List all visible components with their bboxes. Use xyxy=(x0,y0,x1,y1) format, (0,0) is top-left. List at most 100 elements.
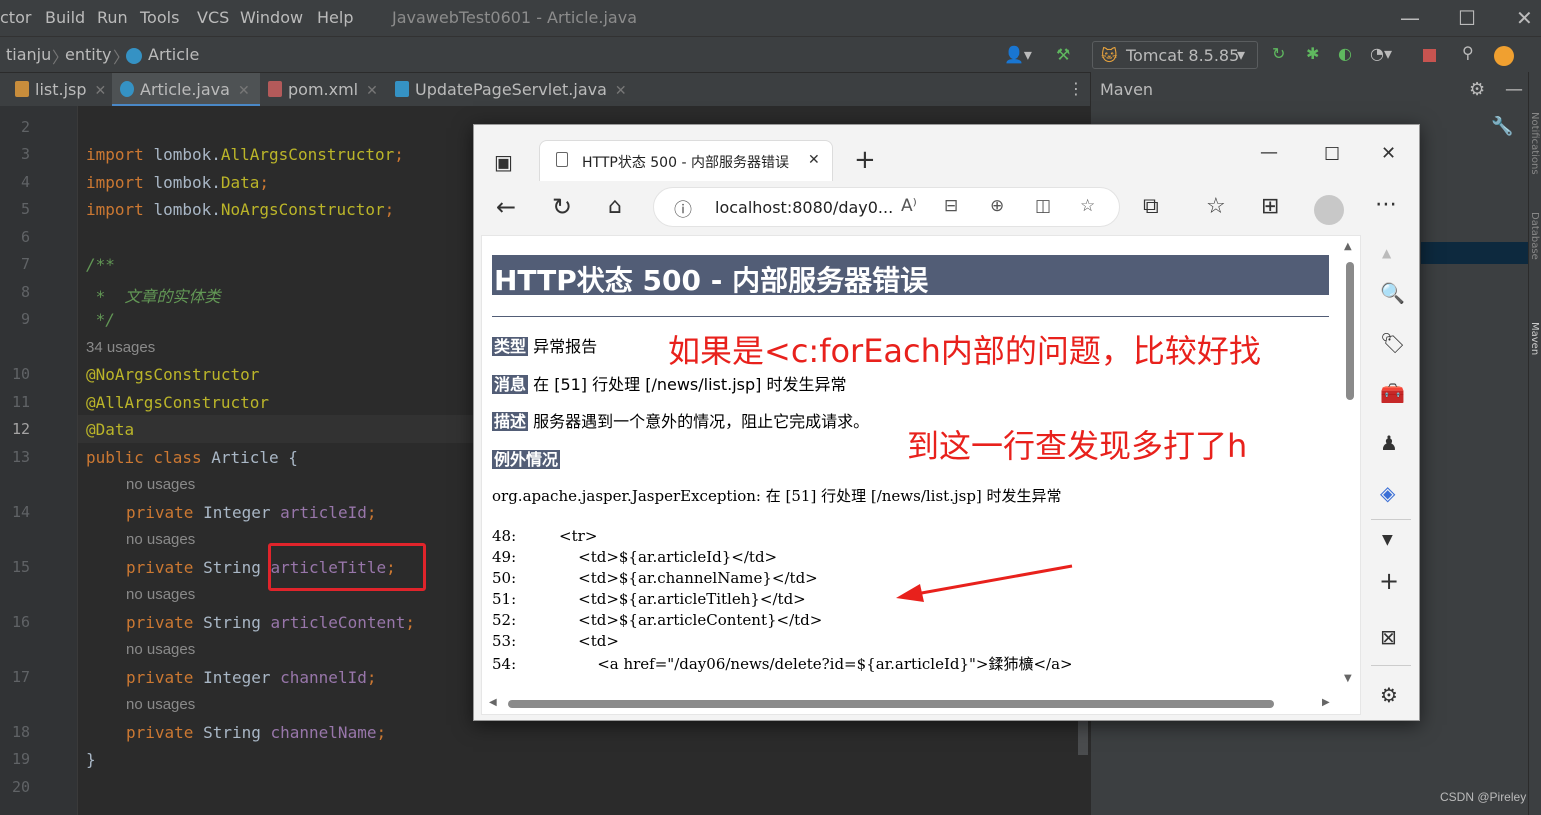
maximize-icon[interactable]: ☐ xyxy=(1458,8,1476,28)
minimize-icon[interactable]: — xyxy=(1400,8,1420,28)
gear-icon[interactable]: ⚙ xyxy=(1469,79,1485,100)
favorites-icon[interactable]: ☆ xyxy=(1206,196,1226,218)
coverage-icon[interactable]: ◐ xyxy=(1338,44,1352,63)
field-line: private String articleContent; xyxy=(126,613,415,632)
right-tool-strip: Notifications Database Maven xyxy=(1528,72,1541,815)
scroll-left-icon[interactable]: ◀ xyxy=(489,697,497,708)
vertical-scrollbar[interactable] xyxy=(1346,262,1354,400)
add-favorite-icon[interactable]: ☆ xyxy=(1080,196,1095,216)
debug-icon[interactable]: ✱ xyxy=(1306,44,1319,63)
menu-window[interactable]: Window xyxy=(240,8,303,27)
profile-icon[interactable]: ◔▾ xyxy=(1370,44,1392,63)
maximize-icon[interactable]: ☐ xyxy=(1324,145,1340,165)
split-screen-icon[interactable]: ◫ xyxy=(1035,196,1051,216)
tab-article-java[interactable]: Article.java ✕ xyxy=(112,73,260,107)
tab-list-jsp[interactable]: list.jsp ✕ xyxy=(15,73,106,107)
usages-hint[interactable]: no usages xyxy=(126,696,195,713)
tab-pom-xml[interactable]: pom.xml ✕ xyxy=(268,73,378,107)
close-tab-icon[interactable]: ✕ xyxy=(615,83,627,99)
tag-icon[interactable]: 🏷 xyxy=(1380,333,1405,353)
breadcrumb-article[interactable]: Article xyxy=(148,45,199,64)
chevron-down-icon[interactable]: ▼ xyxy=(1382,530,1393,550)
close-tab-icon[interactable]: ✕ xyxy=(808,152,820,168)
close-tab-icon[interactable]: ✕ xyxy=(95,83,107,99)
notifications-tab[interactable]: Notifications xyxy=(1529,112,1540,175)
browser-tab-active[interactable]: HTTP状态 500 - 内部服务器错误 ✕ xyxy=(539,140,833,181)
collections-icon[interactable]: ⊞ xyxy=(1261,196,1279,218)
breadcrumb-tianju[interactable]: tianju xyxy=(6,45,51,64)
class-icon xyxy=(120,81,134,97)
build-hammer-icon[interactable]: ⚒ xyxy=(1056,45,1070,64)
sidebar-toggle-icon[interactable]: ▣ xyxy=(494,152,513,172)
rerun-icon[interactable]: ↻ xyxy=(1272,44,1285,63)
menu-tools[interactable]: Tools xyxy=(140,8,179,27)
usages-hint[interactable]: no usages xyxy=(126,476,195,493)
office-icon[interactable]: ◈ xyxy=(1380,483,1395,503)
code-line: import lombok.AllArgsConstructor; xyxy=(86,145,404,164)
update-icon[interactable] xyxy=(1494,46,1514,66)
read-aloud-icon[interactable]: A⁾ xyxy=(901,196,917,216)
close-tab-icon[interactable]: ✕ xyxy=(238,83,250,99)
usages-hint[interactable]: no usages xyxy=(126,531,195,548)
profile-avatar[interactable] xyxy=(1314,195,1344,225)
user-icon[interactable]: 👤▾ xyxy=(1004,45,1032,64)
zoom-icon[interactable]: ⊕ xyxy=(990,196,1004,216)
gear-icon[interactable]: ⚙ xyxy=(1380,685,1398,705)
usages-hint[interactable]: no usages xyxy=(126,641,195,658)
close-icon[interactable]: ✕ xyxy=(1381,144,1396,164)
maven-tab[interactable]: Maven xyxy=(1529,322,1540,355)
tomcat-icon: 🐱 xyxy=(1101,46,1118,65)
source-line: 54: <a href="/day06/news/delete?id=${ar.… xyxy=(492,655,1073,673)
description-label: 描述 xyxy=(492,412,529,431)
close-tab-icon[interactable]: ✕ xyxy=(366,83,378,99)
class-icon xyxy=(126,48,142,64)
annotation-note: 如果是<c:forEach内部的问题，比较好找 xyxy=(668,332,1261,370)
url-text[interactable]: localhost:8080/day0... xyxy=(715,198,893,217)
message-value: 在 [51] 行处理 [/news/list.jsp] 时发生异常 xyxy=(533,375,847,394)
breadcrumb: tianju 〉 entity 〉 Article 👤▾ ⚒ 🐱 Tomcat … xyxy=(0,36,1541,72)
menu-vcs[interactable]: VCS xyxy=(197,8,229,27)
more-vertical-icon[interactable]: ⋮ xyxy=(1068,79,1084,98)
line-number: 10 xyxy=(11,365,30,383)
more-horizontal-icon[interactable]: ⋯ xyxy=(1375,194,1397,216)
breadcrumb-entity[interactable]: entity xyxy=(65,45,111,64)
menu-run[interactable]: Run xyxy=(97,8,128,27)
database-tab[interactable]: Database xyxy=(1529,212,1540,260)
close-icon[interactable]: ✕ xyxy=(1516,8,1533,28)
minimize-icon[interactable]: — xyxy=(1260,143,1278,163)
description-row: 描述 服务器遇到一个意外的情况，阻止它完成请求。 xyxy=(492,408,869,432)
add-icon[interactable]: + xyxy=(1379,569,1399,593)
reader-view-icon[interactable]: ⊟ xyxy=(944,196,958,216)
menu-help[interactable]: Help xyxy=(317,8,353,27)
search-icon[interactable]: 🔍 xyxy=(1380,283,1405,303)
usages-hint[interactable]: no usages xyxy=(126,586,195,603)
menu-refactor[interactable]: ctor xyxy=(0,8,31,27)
usages-hint[interactable]: 34 usages xyxy=(86,339,155,356)
new-tab-icon[interactable]: + xyxy=(854,147,876,173)
wrench-icon[interactable]: 🔧 xyxy=(1491,116,1513,137)
home-icon[interactable]: ⌂ xyxy=(608,196,622,218)
selected-row[interactable] xyxy=(1421,242,1529,264)
stop-icon[interactable] xyxy=(1423,49,1436,62)
source-line: 49: <td>${ar.articleId}</td> xyxy=(492,548,778,566)
search-icon[interactable]: ⚲ xyxy=(1462,43,1474,62)
info-icon[interactable]: ⓘ xyxy=(674,196,692,222)
scroll-right-icon[interactable]: ▶ xyxy=(1322,697,1330,708)
tab-label: UpdatePageServlet.java xyxy=(415,80,607,99)
scroll-up-icon[interactable]: ▲ xyxy=(1382,243,1391,263)
scroll-up-icon[interactable]: ▲ xyxy=(1344,241,1352,252)
tools-icon[interactable]: 🧰 xyxy=(1380,383,1405,403)
hide-panel-icon[interactable]: — xyxy=(1505,79,1523,100)
scroll-down-icon[interactable]: ▼ xyxy=(1344,673,1352,684)
back-icon[interactable]: ← xyxy=(496,195,516,219)
tab-updatepageservlet-java[interactable]: UpdatePageServlet.java ✕ xyxy=(395,73,627,107)
games-icon[interactable]: ♟ xyxy=(1380,433,1398,453)
horizontal-scrollbar[interactable] xyxy=(508,700,1274,708)
run-config-select[interactable]: 🐱 Tomcat 8.5.85 ▾ xyxy=(1092,41,1258,69)
refresh-icon[interactable]: ↻ xyxy=(552,195,572,219)
screenshot-icon[interactable]: ⊠ xyxy=(1380,627,1397,647)
menu-build[interactable]: Build xyxy=(45,8,85,27)
line-number: 6 xyxy=(20,228,30,246)
address-bar[interactable]: ⓘ localhost:8080/day0... A⁾ ⊟ ⊕ ◫ ☆ xyxy=(653,187,1120,227)
extensions-icon[interactable]: ⧉ xyxy=(1143,196,1159,218)
